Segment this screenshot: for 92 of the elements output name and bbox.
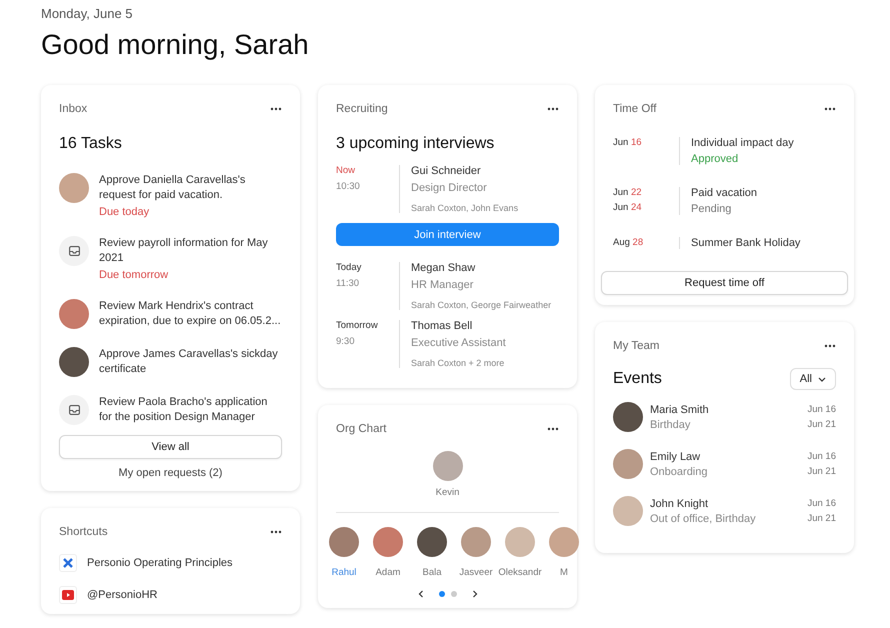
date-text: Jun 16 [613, 137, 643, 148]
date-text: Aug 28 [613, 237, 644, 248]
avatar [613, 449, 643, 479]
date-text: Monday, June 5 [41, 6, 134, 21]
task-text[interactable]: Review payroll information for May 2021 [99, 236, 282, 266]
person-name: Emily Law [650, 450, 702, 462]
interviewers-text: Sarah Coxton, George Fairweather [411, 300, 552, 310]
event-date: Jun 16 [807, 404, 836, 415]
person-name: Maria Smith [650, 404, 710, 416]
more-icon[interactable] [270, 107, 282, 111]
event-date: Jun 16 [807, 498, 836, 509]
card-title: My Team [613, 340, 660, 352]
card-title: Org Chart [336, 423, 386, 435]
person-name: Kevin [436, 487, 460, 498]
candidate-role: Executive Assistant [411, 337, 506, 349]
more-icon[interactable] [824, 107, 836, 111]
date-text: Jun 22 [613, 187, 643, 198]
shortcut-icon [59, 586, 77, 604]
time-off-type: Individual impact day [691, 137, 794, 149]
candidate-name: Thomas Bell [411, 320, 474, 332]
interview-time: 11:30 [336, 278, 360, 289]
page-dot[interactable] [438, 591, 444, 597]
next-icon[interactable] [470, 590, 478, 598]
avatar[interactable] [373, 527, 403, 557]
inbox-icon [68, 405, 80, 415]
person-name[interactable]: Rahul [332, 567, 356, 578]
event-date: Jun 21 [807, 419, 836, 430]
interview-day: Now [336, 165, 399, 176]
greeting-heading: Good morning, Sarah [41, 29, 310, 61]
more-icon[interactable] [824, 344, 836, 348]
previous-icon[interactable] [416, 590, 424, 598]
candidate-role: HR Manager [411, 279, 474, 291]
more-icon[interactable] [547, 427, 559, 431]
avatar [59, 299, 89, 329]
task-text[interactable]: Approve Daniella Caravellas's request for paid vacation. [99, 173, 282, 203]
status-text: Pending [691, 203, 732, 215]
event-date: Jun 16 [807, 451, 836, 462]
shortcut-link[interactable]: Personio Operating Principles [87, 557, 233, 569]
avatar [613, 496, 643, 526]
event-date: Jun 21 [807, 466, 836, 477]
shortcut-icon [59, 554, 77, 572]
shortcut-link[interactable]: @PersonioHR [87, 589, 158, 601]
interviewers-text: Sarah Coxton + 2 more [411, 358, 506, 368]
candidate-name: Gui Schneider [411, 165, 482, 177]
task-text[interactable]: Approve James Caravellas's sickday certificate [99, 347, 282, 377]
interview-day: Tomorrow [336, 320, 399, 331]
task-text[interactable]: Review Paola Bracho's application for the position Design Manager [99, 395, 282, 425]
event-date: Jun 21 [807, 513, 836, 524]
filter-dropdown[interactable]: All [790, 368, 836, 390]
avatar[interactable] [329, 527, 359, 557]
more-icon[interactable] [547, 107, 559, 111]
page-dot[interactable] [450, 591, 456, 597]
join-interview-button[interactable]: Join interview [336, 223, 559, 246]
person-name[interactable]: Adam [376, 567, 400, 578]
event-type: Out of office, Birthday [650, 512, 757, 524]
due-label: Due today [99, 206, 150, 218]
person-name[interactable]: M [560, 567, 568, 578]
card-title: Time Off [613, 103, 656, 115]
candidate-name: Megan Shaw [411, 262, 476, 274]
request-time-off-button[interactable]: Request time off [601, 271, 848, 295]
chevron-down-icon [818, 376, 826, 382]
candidate-role: Design Director [411, 182, 488, 194]
person-name[interactable]: Jasveer [459, 567, 493, 578]
interviews-heading: 3 upcoming interviews [336, 135, 496, 153]
avatar [59, 173, 89, 203]
due-label: Due tomorrow [99, 269, 170, 281]
view-all-button[interactable]: View all [59, 435, 282, 459]
card-title: Inbox [59, 103, 88, 115]
interviewers-text: Sarah Coxton, John Evans [411, 203, 518, 213]
person-name: John Knight [650, 498, 710, 510]
task-text[interactable]: Review Mark Hendrix's contract expiration, due to expire on 06.05.2... [99, 299, 282, 329]
events-heading: Events [613, 370, 662, 388]
interview-day: Today [336, 262, 399, 273]
tasks-heading: 16 Tasks [59, 135, 123, 153]
avatar [613, 402, 643, 432]
interview-time: 10:30 [336, 181, 361, 192]
card-title: Recruiting [336, 103, 388, 115]
event-type: Birthday [650, 418, 692, 430]
avatar [59, 347, 89, 377]
card-title: Shortcuts [59, 526, 108, 538]
more-icon[interactable] [270, 530, 282, 534]
open-requests-link[interactable]: My open requests (2) [59, 467, 282, 479]
person-name[interactable]: Bala [422, 567, 442, 578]
time-off-type: Paid vacation [691, 187, 758, 199]
inbox-icon [68, 246, 80, 256]
event-type: Onboarding [650, 466, 708, 478]
time-off-type: Summer Bank Holiday [691, 237, 800, 249]
avatar[interactable] [417, 527, 447, 557]
interview-time: 9:30 [336, 336, 356, 347]
status-text: Approved [691, 153, 740, 165]
date-text: Jun 24 [613, 202, 643, 213]
person-name[interactable]: Oleksandr [498, 567, 542, 578]
